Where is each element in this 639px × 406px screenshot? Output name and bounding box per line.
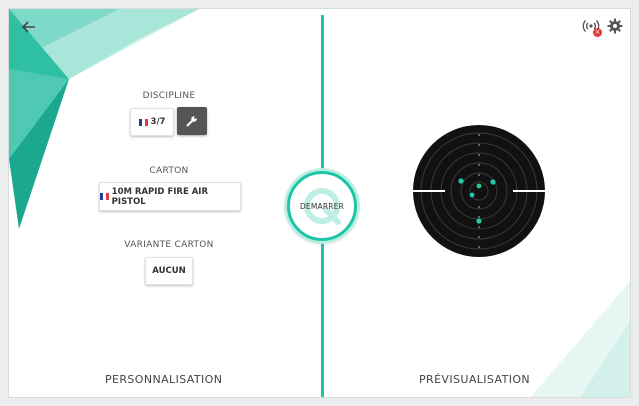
- france-flag-icon: [138, 118, 148, 126]
- shot-marker: [458, 178, 464, 184]
- previsualisation-tab[interactable]: PRÉVISUALISATION: [419, 373, 530, 386]
- carton-selector[interactable]: 10M RAPID FIRE AIR PISTOL: [99, 182, 241, 211]
- discipline-settings-button[interactable]: [177, 107, 207, 135]
- shot-marker: [490, 179, 496, 185]
- wrench-icon: [186, 116, 197, 127]
- app-window: × DISCIPLINE 3/7 CARTON 10M RAPID FIRE A…: [8, 8, 631, 398]
- disconnected-badge-icon: ×: [593, 28, 602, 37]
- connection-status-button[interactable]: ×: [582, 17, 602, 37]
- france-flag-icon: [100, 193, 109, 200]
- arrow-left-icon: [22, 21, 35, 33]
- gear-icon: [607, 18, 623, 34]
- carton-value: 10M RAPID FIRE AIR PISTOL: [111, 186, 209, 207]
- back-button[interactable]: [19, 17, 39, 37]
- carton-label: CARTON: [149, 166, 189, 176]
- variante-carton-value: AUCUN: [152, 266, 186, 276]
- start-button[interactable]: DEMARRER: [287, 171, 357, 241]
- settings-button[interactable]: [606, 17, 624, 35]
- start-button-label: DEMARRER: [299, 201, 345, 211]
- discipline-selector[interactable]: 3/7: [130, 108, 174, 136]
- personnalisation-tab[interactable]: PERSONNALISATION: [105, 373, 222, 386]
- shot-marker: [476, 183, 482, 189]
- target-preview: [409, 125, 549, 257]
- shot-marker: [469, 192, 475, 198]
- variante-carton-selector[interactable]: AUCUN: [145, 257, 193, 285]
- top-right-icons: ×: [582, 17, 624, 37]
- discipline-label: DISCIPLINE: [142, 91, 196, 101]
- variante-carton-label: VARIANTE CARTON: [124, 240, 214, 250]
- shot-marker: [476, 218, 482, 224]
- discipline-value: 3/7: [150, 117, 166, 127]
